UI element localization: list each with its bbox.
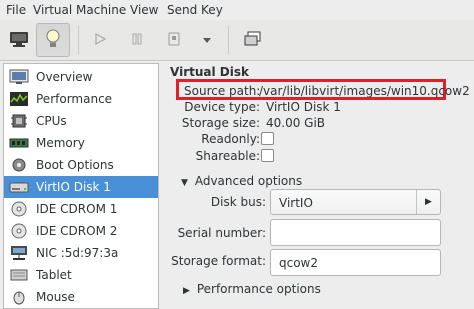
sidebar-item-overview[interactable]: Overview [4,66,158,88]
menubar: File Virtual Machine View Send Key [0,0,474,20]
shareable-label: Shareable: [195,149,260,163]
device-type-label: Device type: [184,100,260,114]
shutdown-button[interactable] [161,23,187,57]
shutdown-menu-button[interactable] [195,23,219,57]
sidebar-item-label: IDE CDROM 1 [36,202,118,216]
disk-bus-combo[interactable]: VirtIO ▶ [270,189,441,215]
toolbar [0,20,474,61]
sidebar-item-cpus[interactable]: CPUs [4,110,158,132]
sidebar-item-label: NIC :5d:97:3a [36,246,119,260]
performance-options-label: Performance options [196,282,321,296]
console-button[interactable] [4,23,34,57]
expander-expanded-icon: ▼ [181,178,188,188]
sidebar-item-ide-cdrom-1[interactable]: IDE CDROM 1 [4,198,158,220]
memory-icon [9,135,29,151]
details-button[interactable] [36,23,70,57]
run-button[interactable] [87,23,113,57]
storage-format-input[interactable] [271,250,440,275]
storage-size-label: Storage size: [181,116,260,130]
storage-format-field[interactable] [270,249,441,276]
cdrom-icon [9,201,29,217]
pause-button[interactable] [124,23,150,57]
disk-details-panel: Virtual Disk Source path: /var/lib/libvi… [162,61,474,309]
cpu-icon [9,113,29,129]
serial-number-field[interactable] [270,219,441,246]
readonly-label: Readonly: [201,132,260,146]
tablet-icon [9,267,29,283]
sidebar-item-virtio-disk-1[interactable]: VirtIO Disk 1 [4,176,158,198]
sidebar-item-performance[interactable]: Performance [4,88,158,110]
menu-virtual-machine[interactable]: Virtual Machine [33,3,126,17]
chevron-down-icon [202,33,212,47]
sidebar-item-tablet[interactable]: Tablet [4,264,158,286]
source-path-label: Source path: [184,84,261,98]
cdrom-icon [9,223,29,239]
sidebar-item-memory[interactable]: Memory [4,132,158,154]
toolbar-separator [228,26,229,54]
fullscreen-icon [244,31,262,50]
menu-view[interactable]: View [130,3,158,17]
readonly-checkbox[interactable] [261,132,274,145]
monitor-icon [9,30,29,51]
network-icon [9,245,29,261]
disk-bus-label: Disk bus: [210,195,266,209]
toolbar-separator [78,26,79,54]
sidebar-item-nic[interactable]: NIC :5d:97:3a [4,242,158,264]
lightbulb-icon [45,28,61,53]
sidebar-item-label: Tablet [36,268,72,282]
device-type-value: VirtIO Disk 1 [266,100,341,114]
sidebar-item-label: Boot Options [36,158,114,172]
sidebar-item-label: Memory [36,136,85,150]
menu-send-key[interactable]: Send Key [167,3,223,17]
storage-size-value: 40.00 GiB [266,116,326,130]
sidebar-item-ide-cdrom-2[interactable]: IDE CDROM 2 [4,220,158,242]
fullscreen-button[interactable] [238,23,268,57]
shutdown-icon [167,31,181,50]
sidebar-item-label: Mouse [36,290,75,304]
sidebar-item-label: Overview [36,70,93,84]
sidebar-item-boot-options[interactable]: Boot Options [4,154,158,176]
pause-icon [130,32,144,49]
mouse-icon [9,289,29,305]
combo-arrow-icon: ▶ [416,190,440,214]
disk-icon [9,179,29,195]
section-title: Virtual Disk [170,65,249,79]
serial-number-label: Serial number: [177,226,266,240]
shareable-checkbox[interactable] [261,149,274,162]
performance-icon [9,91,29,107]
performance-options-expander[interactable]: ▶ Performance options [183,282,321,296]
sidebar-item-mouse[interactable]: Mouse [4,286,158,308]
menu-file[interactable]: File [6,3,26,17]
advanced-options-expander[interactable]: ▼ Advanced options [181,174,302,188]
play-icon [93,32,107,49]
expander-collapsed-icon: ▶ [183,286,190,296]
storage-format-label: Storage format: [171,254,266,268]
source-path-value: /var/lib/libvirt/images/win10.qcow2 [259,84,470,98]
hardware-list: Overview Performance CPUs Memory Boot Op… [3,63,159,309]
sidebar-item-label: VirtIO Disk 1 [36,180,111,194]
advanced-options-label: Advanced options [194,174,303,188]
serial-number-input[interactable] [271,220,440,245]
sidebar-item-label: Performance [36,92,113,106]
boot-options-icon [9,157,29,173]
sidebar-item-label: IDE CDROM 2 [36,224,118,238]
overview-icon [9,69,29,85]
disk-bus-value: VirtIO [279,196,313,210]
sidebar-item-label: CPUs [36,114,67,128]
